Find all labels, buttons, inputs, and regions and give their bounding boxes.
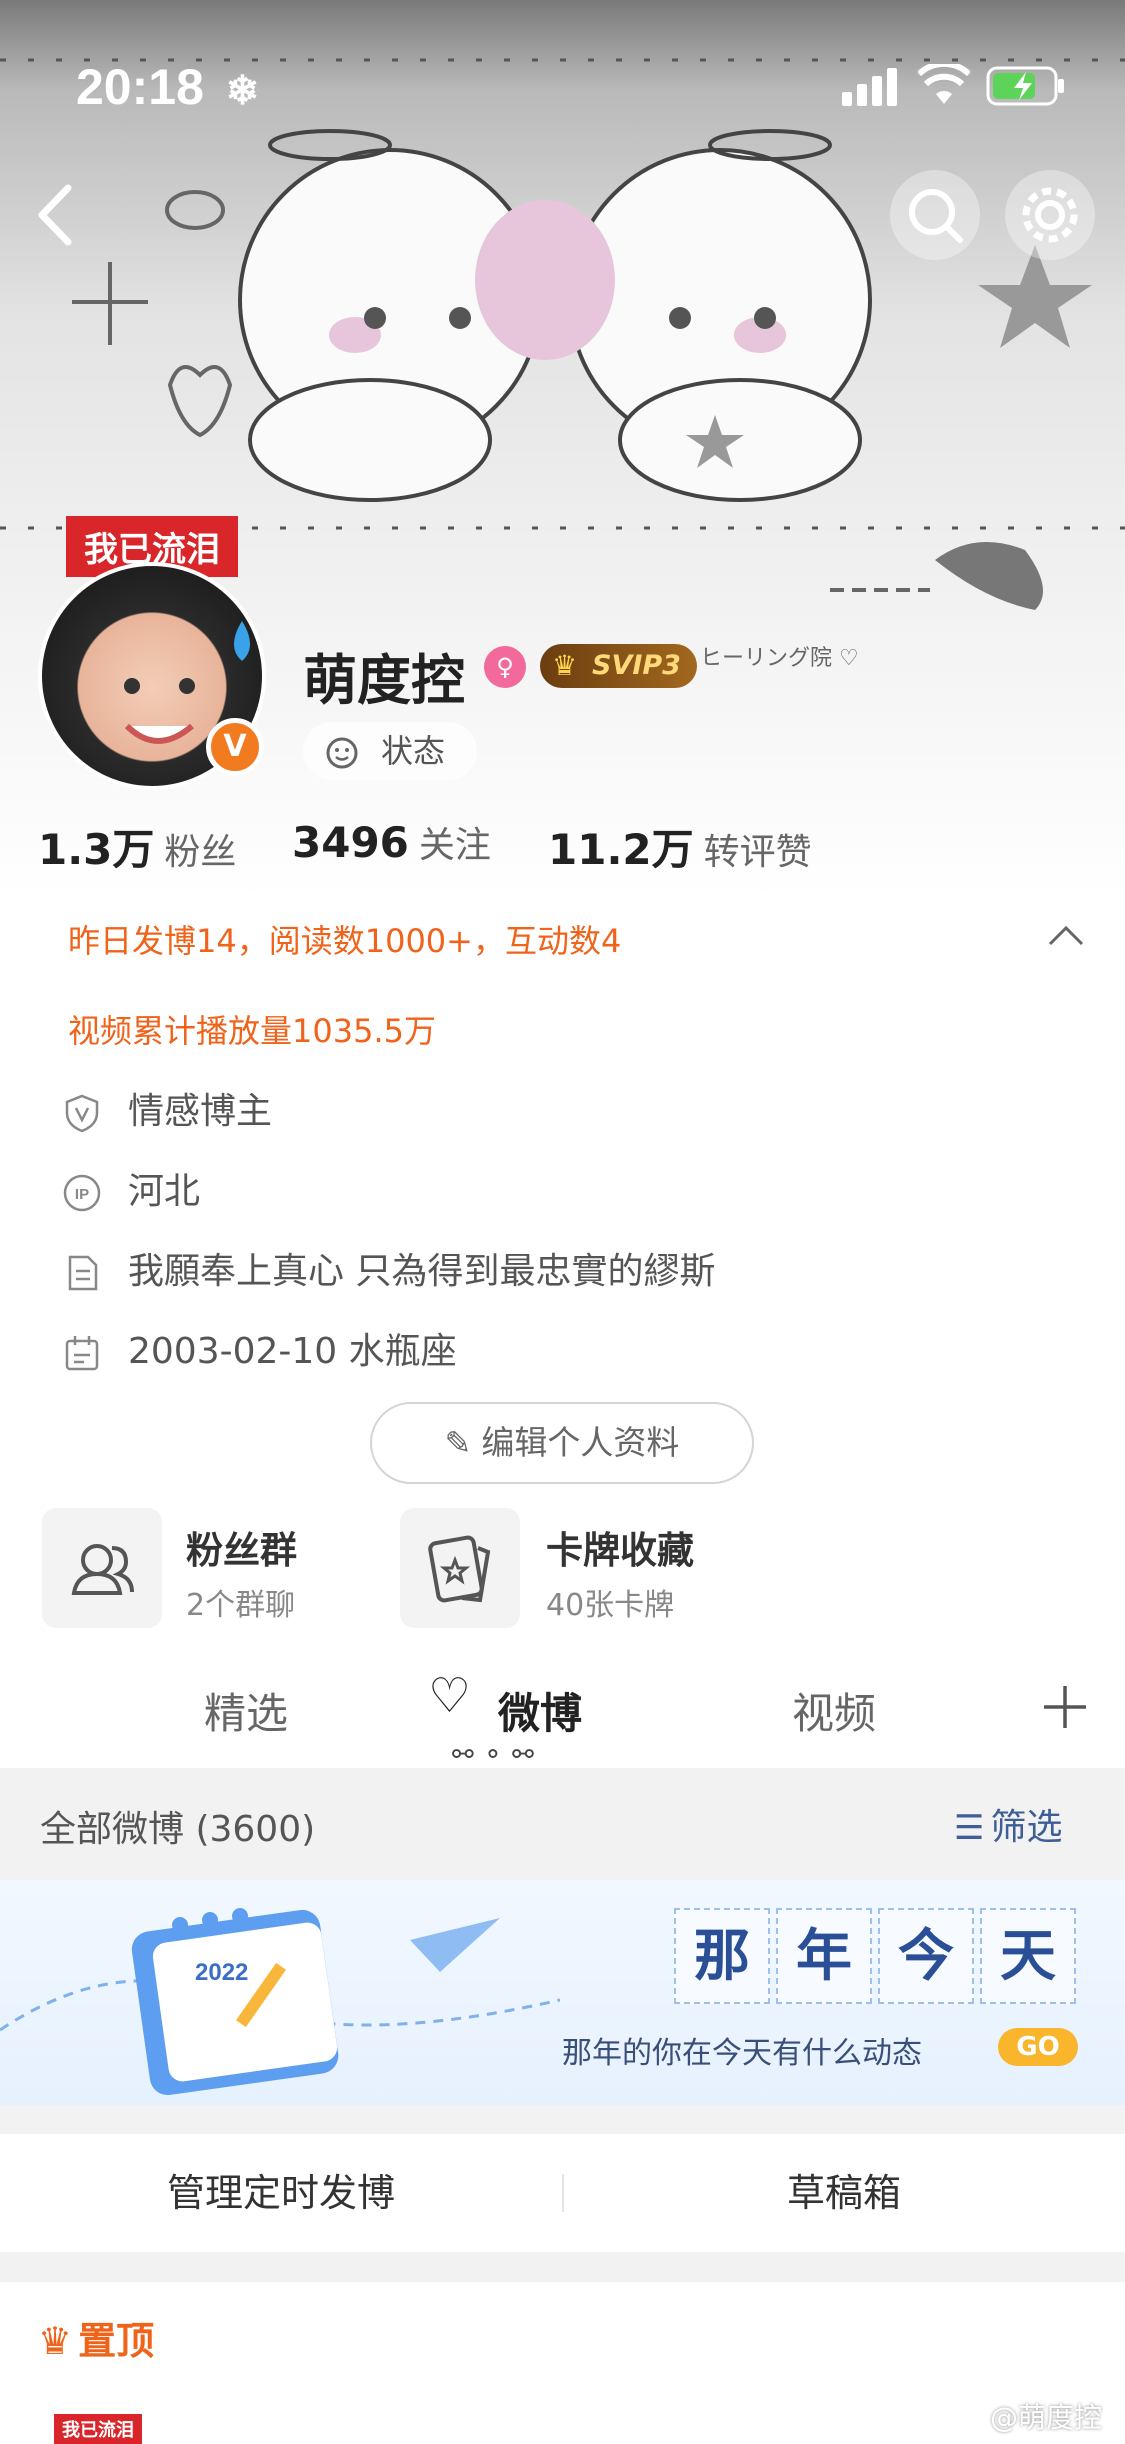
watermark: @萌度控 xyxy=(990,2401,1103,2434)
tab-weibo[interactable]: 微博 xyxy=(498,1680,582,1741)
stat-followers[interactable]: 1.3万 粉丝 xyxy=(38,816,236,877)
calendar-illustration: 2022 xyxy=(0,1908,560,2096)
memory-char-3: 今 xyxy=(878,1908,974,2004)
memory-char-2: 年 xyxy=(776,1908,872,2004)
chevron-up-icon[interactable] xyxy=(1046,920,1086,950)
memory-subtitle: 那年的你在今天有什么动态 xyxy=(562,2036,922,2071)
feed-header: 全部微博 (3600) ☰ 筛选 xyxy=(0,1768,1125,1880)
document-icon xyxy=(68,1255,98,1291)
memory-char-1: 那 xyxy=(674,1908,770,2004)
memory-go-button[interactable]: GO xyxy=(998,2028,1078,2066)
post-mood-tag: 我已流泪 xyxy=(54,2414,142,2444)
memory-char-4: 天 xyxy=(980,1908,1076,2004)
scheduled-posts-button[interactable]: 管理定时发博 xyxy=(0,2134,562,2252)
search-button[interactable] xyxy=(890,170,980,260)
svg-text:IP: IP xyxy=(75,1186,89,1203)
filter-icon: ☰ xyxy=(954,1808,985,1848)
username: 萌度控 xyxy=(303,649,465,712)
stat-following[interactable]: 3496 关注 xyxy=(292,816,491,868)
fan-group-card[interactable]: 粉丝群 2个群聊 xyxy=(42,1508,382,1632)
section-divider-2 xyxy=(0,2252,1125,2282)
pencil-icon: ✎ xyxy=(444,1424,472,1462)
battery-charging-icon xyxy=(986,66,1064,106)
gear-icon xyxy=(1022,187,1078,243)
section-divider xyxy=(0,2105,1125,2134)
group-icon xyxy=(42,1508,162,1628)
smiley-add-icon xyxy=(326,737,358,769)
card-collection-title: 卡牌收藏 xyxy=(546,1529,694,1572)
female-icon: ♀ xyxy=(484,646,526,688)
interactions-count: 11.2万 xyxy=(548,825,694,874)
filter-button[interactable]: ☰ 筛选 xyxy=(954,1798,1063,1850)
search-icon xyxy=(909,189,963,243)
status-time: 20:18 ❄ xyxy=(76,59,260,115)
tab-featured[interactable]: 精选 xyxy=(204,1680,288,1741)
calendar-icon xyxy=(65,1336,99,1371)
info-row-ip: IP 河北 xyxy=(62,1162,200,1222)
cover-sticker-text: ヒーリング院 ♡ xyxy=(700,646,859,671)
snowflake-icon: ❄ xyxy=(225,69,260,113)
video-views-line: 视频累计播放量1035.5万 xyxy=(68,1012,436,1050)
fan-group-title: 粉丝群 xyxy=(186,1529,297,1572)
info-row-birthday: 2003-02-10 水瓶座 xyxy=(62,1322,457,1382)
followers-label: 粉丝 xyxy=(164,832,237,873)
status-button[interactable]: 状态 xyxy=(303,722,477,780)
following-label: 关注 xyxy=(418,825,491,866)
interactions-label: 转评赞 xyxy=(703,832,812,873)
following-count: 3496 xyxy=(292,818,409,867)
crown-icon: ♛ xyxy=(38,2319,73,2363)
memory-banner[interactable]: 2022 那 年 今 天 那年的你在今天有什么动态 GO xyxy=(0,1880,1125,2105)
card-collection-subtitle: 40张卡牌 xyxy=(546,1588,675,1623)
drafts-button[interactable]: 草稿箱 xyxy=(563,2134,1125,2252)
tab-weibo-decor-icon: ♡ xyxy=(428,1668,472,1724)
plus-icon[interactable] xyxy=(1040,1682,1090,1732)
svip-badge[interactable]: ♛ SVIP3 xyxy=(540,644,697,688)
card-collection-card[interactable]: 卡牌收藏 40张卡牌 xyxy=(400,1508,760,1632)
tab-video[interactable]: 视频 xyxy=(792,1680,876,1741)
cellular-signal-icon xyxy=(842,68,897,106)
shield-icon xyxy=(65,1094,99,1133)
ip-icon: IP xyxy=(63,1174,101,1212)
followers-count: 1.3万 xyxy=(38,825,155,874)
edit-profile-button[interactable]: ✎ 编辑个人资料 xyxy=(370,1402,754,1484)
settings-button[interactable] xyxy=(1005,170,1095,260)
summary-line: 昨日发博14，阅读数1000+，互动数4 xyxy=(68,922,622,960)
feed-title: 全部微博 (3600) xyxy=(40,1809,316,1850)
verified-badge: V xyxy=(206,718,264,776)
stat-interactions[interactable]: 11.2万 转评赞 xyxy=(548,816,812,877)
back-button[interactable] xyxy=(30,180,80,250)
card-icon xyxy=(400,1508,520,1628)
wifi-icon xyxy=(918,64,970,104)
info-row-bio: 我願奉上真心 只為得到最忠實的繆斯 xyxy=(62,1242,715,1302)
calendar-year: 2022 xyxy=(195,1959,248,1986)
post-tools-row: 管理定时发博 草稿箱 xyxy=(0,2134,1125,2252)
info-row-category: 情感博主 xyxy=(62,1082,272,1142)
tab-active-indicator: ⚯ ⚬ ⚯ xyxy=(452,1740,534,1770)
crown-icon: ♛ xyxy=(552,649,578,682)
fan-group-subtitle: 2个群聊 xyxy=(186,1588,296,1623)
pinned-label: ♛ 置顶 xyxy=(38,2319,155,2363)
